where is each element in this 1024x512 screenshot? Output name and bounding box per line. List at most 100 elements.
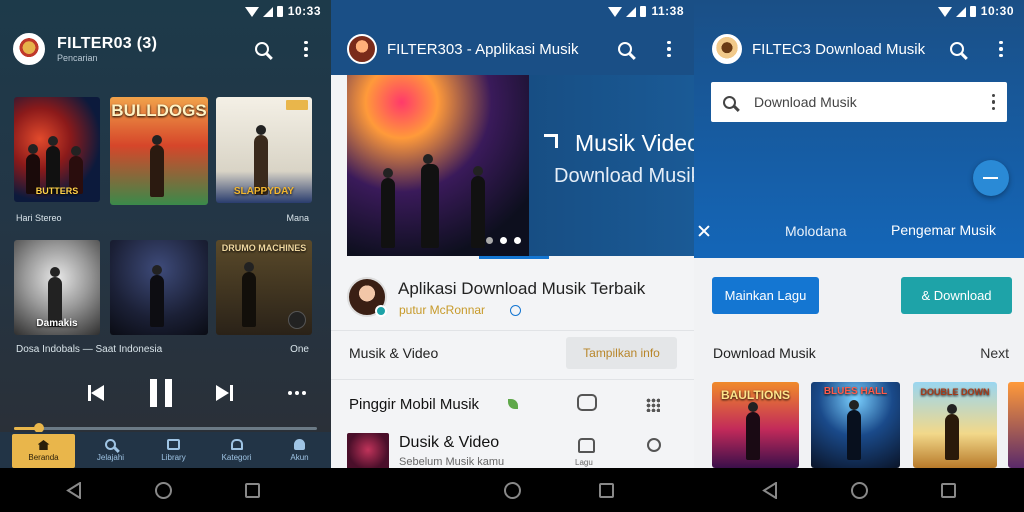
album-card[interactable]: BUTTERS xyxy=(14,97,100,202)
app-title: FILTER03 (3) xyxy=(57,35,158,52)
album-title: SLAPPYDAY xyxy=(233,186,295,197)
library-icon xyxy=(167,438,180,450)
overflow-menu-button[interactable] xyxy=(291,34,321,64)
app-logo xyxy=(347,34,377,64)
play-song-button[interactable]: Mainkan Lagu xyxy=(712,277,819,314)
search-button[interactable] xyxy=(942,34,972,64)
album-title: BAULTIONS xyxy=(720,388,791,402)
wifi-icon xyxy=(608,6,623,17)
pause-button[interactable] xyxy=(150,379,172,407)
nav-home-label: Beranda xyxy=(28,453,59,462)
grid-menu-button[interactable] xyxy=(646,398,660,412)
hero-image xyxy=(347,75,529,256)
recents-icon[interactable] xyxy=(599,483,614,498)
signal-icon xyxy=(626,6,637,17)
carousel-dots xyxy=(486,237,521,244)
hero-subtitle: Download Musik xyxy=(554,165,694,187)
floating-action-button[interactable] xyxy=(973,160,1009,196)
app-subtitle: Pencarian xyxy=(57,53,98,63)
app-bar: FILTER303 - Applikasi Musik xyxy=(331,26,694,72)
search-field[interactable]: Download Musik xyxy=(711,82,1007,122)
status-time: 10:30 xyxy=(980,4,1014,18)
overflow-menu-button[interactable] xyxy=(986,34,1016,64)
account-icon xyxy=(294,438,305,450)
tab-right[interactable]: Pengemar Musik xyxy=(891,222,996,238)
more-vertical-icon xyxy=(667,40,671,58)
section-divider xyxy=(331,379,694,380)
wifi-icon xyxy=(937,6,952,17)
more-vertical-icon[interactable] xyxy=(991,93,995,111)
album-card[interactable]: SLAPPYDAY xyxy=(216,97,312,203)
search-icon xyxy=(723,95,736,109)
album-card-partial[interactable] xyxy=(1008,382,1024,468)
app-logo xyxy=(712,34,742,64)
album-title: BULLDOGS xyxy=(111,101,207,120)
search-input[interactable]: Download Musik xyxy=(754,94,992,110)
album-card[interactable]: BAULTIONS xyxy=(712,382,799,468)
nav-category[interactable]: Kategori xyxy=(205,432,268,468)
music-note-icon xyxy=(544,134,558,148)
search-button[interactable] xyxy=(610,34,640,64)
next-button[interactable] xyxy=(216,385,236,403)
tab-left[interactable]: Molodana xyxy=(785,223,847,239)
play-overlay-button[interactable] xyxy=(288,311,306,329)
verified-icon xyxy=(375,305,387,317)
album-card[interactable] xyxy=(110,240,208,335)
see-more-link[interactable]: Next xyxy=(980,345,1009,361)
pause-icon xyxy=(150,379,157,407)
recents-icon[interactable] xyxy=(245,483,260,498)
nav-category-label: Kategori xyxy=(221,452,252,462)
video-screen: 11:38 FILTER303 - Applikasi Musik Musik … xyxy=(331,0,694,468)
home-system-icon[interactable] xyxy=(155,482,172,499)
row2-left-label: Dosa Indobals — Saat Indonesia xyxy=(16,344,163,355)
album-card[interactable]: DRUMO MACHINES xyxy=(216,240,312,335)
status-time: 10:33 xyxy=(287,4,321,18)
arrow-icon xyxy=(983,177,998,179)
info-chip[interactable]: Tampilkan info xyxy=(566,337,677,369)
list-item-title: Dusik & Video xyxy=(399,434,500,451)
album-card[interactable]: BULLDOGS xyxy=(110,97,208,205)
battery-icon xyxy=(640,6,647,18)
home-icon xyxy=(37,440,50,450)
list-item-subtitle: Sebelum Musik kamu xyxy=(399,456,505,468)
album-card[interactable]: Damakis xyxy=(14,240,100,335)
status-time: 11:38 xyxy=(651,4,684,18)
player-screen: 10:33 FILTER03 (3) Pencarian BUTTERS BUL… xyxy=(0,0,331,468)
more-horizontal-button[interactable] xyxy=(288,391,306,395)
nav-account[interactable]: Akun xyxy=(268,432,331,468)
hero-banner[interactable]: Musik Video Download Musik xyxy=(347,75,694,256)
album-title: BUTTERS xyxy=(35,186,79,196)
system-navigation-bar xyxy=(0,468,1024,512)
recents-icon[interactable] xyxy=(941,483,956,498)
badge-new xyxy=(286,100,308,110)
tab-indicator xyxy=(479,256,549,259)
back-icon[interactable] xyxy=(66,482,82,499)
home-system-icon[interactable] xyxy=(504,482,521,499)
status-bar: 10:30 xyxy=(694,0,1024,24)
album-card[interactable]: BLUES HALL xyxy=(811,382,900,468)
search-icon xyxy=(950,42,964,56)
status-bar: 10:33 xyxy=(0,0,331,24)
close-tab-button[interactable] xyxy=(697,224,711,238)
nav-library-label: Library xyxy=(161,452,186,462)
download-button[interactable]: & Download xyxy=(901,277,1012,314)
album-title: DRUMO MACHINES xyxy=(221,243,307,253)
album-card[interactable]: DOUBLE DOWN xyxy=(913,382,997,468)
album-title: Damakis xyxy=(36,318,78,329)
nav-home[interactable]: Beranda xyxy=(12,434,75,468)
search-button[interactable] xyxy=(247,34,277,64)
album-title: DOUBLE DOWN xyxy=(920,387,990,397)
home-system-icon[interactable] xyxy=(851,482,868,499)
explore-icon xyxy=(105,438,116,450)
nav-library[interactable]: Library xyxy=(142,432,205,468)
overflow-menu-button[interactable] xyxy=(654,34,684,64)
list-item[interactable]: Dusik & Video Sebelum Musik kamu Lagu xyxy=(331,428,694,468)
prev-button[interactable] xyxy=(88,385,108,403)
leaf-icon xyxy=(508,399,518,409)
nav-explore[interactable]: Jelajahi xyxy=(79,432,142,468)
comment-button[interactable] xyxy=(577,394,597,411)
circle-button[interactable] xyxy=(647,438,661,452)
back-icon[interactable] xyxy=(762,482,778,499)
share-button[interactable] xyxy=(578,438,595,453)
progress-track[interactable] xyxy=(14,423,317,433)
